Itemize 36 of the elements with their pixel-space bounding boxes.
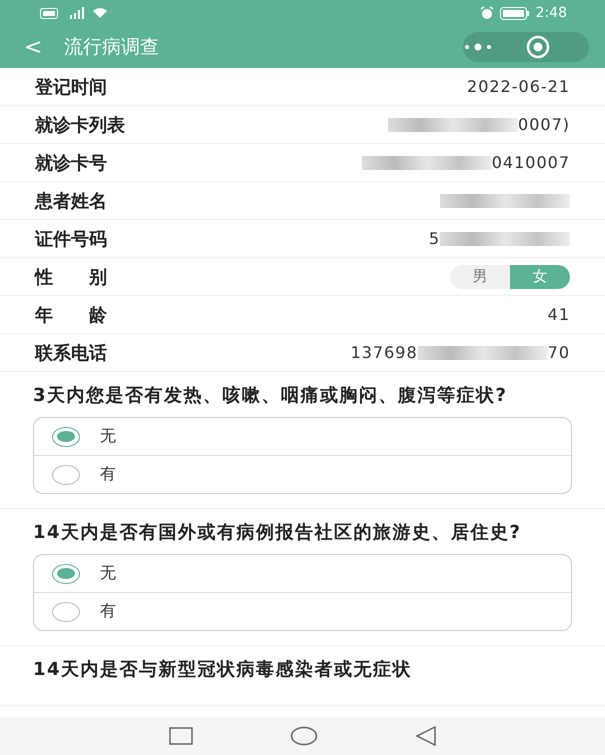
back-icon[interactable] — [414, 726, 436, 746]
question-text: 14天内是否有国外或有病例报告社区的旅游史、居住史? — [33, 521, 522, 545]
radio-button[interactable] — [52, 464, 80, 484]
option-label[interactable]: 有 — [100, 601, 116, 622]
option-label[interactable]: 有 — [100, 464, 116, 485]
gender-option[interactable]: 男 — [450, 264, 510, 288]
field-label: 性 别 — [35, 266, 107, 288]
question-text: 3天内您是否有发热、咳嗽、咽痛或胸闷、腹泻等症状? — [33, 384, 508, 408]
page-title: 流行病调查 — [64, 35, 160, 60]
field-label: 年 龄 — [35, 304, 107, 326]
option-label[interactable]: 无 — [100, 563, 116, 584]
field-label: 患者姓名 — [35, 190, 107, 212]
recent-apps-icon[interactable] — [168, 727, 192, 745]
radio-button[interactable] — [52, 564, 80, 584]
radio-button[interactable] — [52, 602, 80, 622]
field-value: 70 — [548, 343, 570, 362]
wifi-icon — [92, 7, 108, 19]
field-value: 137698 — [350, 343, 418, 362]
field-label: 就诊卡号 — [35, 152, 107, 174]
hd-icon — [40, 8, 58, 18]
field-label: 就诊卡列表 — [35, 114, 125, 136]
field-value: 41 — [548, 305, 570, 324]
field-label: 证件号码 — [35, 228, 107, 250]
field-value: 5 — [428, 229, 440, 248]
radio-button[interactable] — [52, 426, 80, 446]
alarm-icon — [480, 6, 494, 20]
field-value: 0007) — [518, 115, 570, 134]
battery-icon — [500, 6, 530, 20]
field-value: 2022-06-21 — [467, 77, 570, 96]
field-label: 联系电话 — [35, 342, 107, 364]
option-label[interactable]: 无 — [100, 426, 116, 447]
status-time: 2:48 — [536, 5, 567, 21]
field-label: 登记时间 — [35, 76, 107, 98]
home-icon[interactable] — [290, 726, 318, 746]
field-value: 0410007 — [492, 153, 570, 172]
question-text: 14天内是否与新型冠状病毒感染者或无症状 — [33, 658, 414, 682]
